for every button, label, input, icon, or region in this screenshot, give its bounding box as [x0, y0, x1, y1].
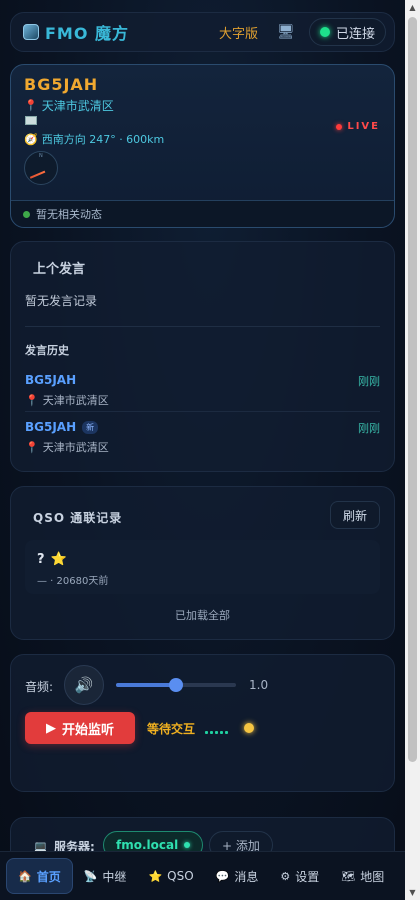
qso-card: QSO 通联记录 刷新 ? ⭐ — · 20680天前 已加载全部 [10, 486, 395, 640]
compass-north-mark: N [39, 153, 43, 159]
loaded-all-text: 已加载全部 [175, 609, 230, 622]
waveform-icon [205, 731, 228, 734]
nav-messages[interactable]: 💬 消息 [205, 858, 270, 894]
qso-record[interactable]: ? ⭐ — · 20680天前 [25, 540, 380, 594]
no-speech-text: 暂无发言记录 [25, 294, 98, 308]
speech-card: 上个发言 暂无发言记录 发言历史 BG5JAH 📍 天津市武清区 刚刚 BG5J… [10, 241, 395, 472]
nav-relay-label: 中继 [102, 869, 127, 884]
station-location: 📍 天津市武清区 [24, 97, 114, 114]
history-callsign: BG5JAH 新 [25, 420, 99, 434]
station-callsign: BG5JAH [24, 75, 99, 94]
audio-card: 音频: 🔊 1.0 ▶ 开始监听 等待交互 [10, 654, 395, 792]
station-activity: 暂无相关动态 [11, 200, 394, 227]
pin-icon: 📍 [24, 99, 38, 112]
nav-map[interactable]: 🗺 地图 [330, 858, 395, 894]
connection-dot-icon [320, 27, 330, 37]
nav-settings-label: 设置 [295, 869, 320, 884]
history-callsign-text: BG5JAH [25, 373, 77, 387]
qso-meta: — · 20680天前 [37, 576, 109, 587]
station-direction-text: 西南方向 247° · 600km [41, 133, 165, 146]
flag-icon [25, 116, 37, 125]
last-speech-title: 上个发言 [33, 262, 86, 277]
status-dot-icon [244, 723, 254, 733]
scroll-down-icon[interactable]: ▼ [405, 885, 420, 900]
current-station-card[interactable]: BG5JAH 📍 天津市武清区 🧭 西南方向 247° · 600km N LI… [10, 64, 395, 228]
nav-home-label: 首页 [36, 869, 61, 884]
new-badge: 新 [82, 420, 99, 434]
nav-relay[interactable]: 📡 中继 [73, 858, 138, 894]
nav-home[interactable]: 🏠 首页 [6, 858, 73, 894]
volume-label: 音频: [25, 680, 54, 694]
activity-dot-icon [23, 210, 30, 218]
station-location-text: 天津市武清区 [41, 99, 114, 113]
history-location: 📍 天津市武清区 [25, 392, 109, 408]
scrollbar-thumb[interactable] [408, 17, 417, 762]
scrollbar[interactable]: ▲ ▼ [405, 0, 420, 900]
nav-qso-label: QSO [167, 869, 194, 883]
station-direction: 🧭 西南方向 247° · 600km [24, 131, 164, 147]
compass-needle [29, 170, 46, 179]
bottom-nav: 🏠 首页 📡 中继 ⭐ QSO 💬 消息 ⚙ 设置 🗺 地图 [0, 851, 405, 900]
live-indicator: LIVE [336, 121, 380, 132]
nav-messages-label: 消息 [234, 869, 259, 884]
history-callsign: BG5JAH [25, 373, 76, 387]
big-font-toggle[interactable]: 大字版 [219, 23, 258, 42]
nav-qso[interactable]: ⭐ QSO [137, 858, 204, 894]
history-time: 刚刚 [358, 422, 380, 435]
star-icon[interactable]: ⭐ [51, 552, 67, 567]
nav-map-label: 地图 [360, 869, 385, 884]
satellite-icon: 📡 [83, 869, 98, 883]
top-header: FMO 魔方 大字版 🖥 已连接 [10, 12, 395, 52]
live-label: LIVE [347, 121, 380, 132]
history-location-text: 天津市武清区 [42, 394, 109, 407]
refresh-button[interactable]: 刷新 [329, 501, 380, 529]
map-icon: 🗺 [341, 869, 356, 883]
live-dot-icon [336, 123, 343, 130]
volume-slider-thumb[interactable] [169, 678, 183, 692]
connection-status[interactable]: 已连接 [309, 18, 387, 46]
app-title: FMO 魔方 [45, 24, 130, 43]
pin-icon: 📍 [25, 393, 39, 407]
server-name: fmo.local [116, 838, 179, 852]
nav-settings[interactable]: ⚙ 设置 [269, 858, 330, 894]
qso-callsign: ? ⭐ [37, 552, 67, 567]
start-listening-button[interactable]: ▶ 开始监听 [25, 712, 135, 744]
history-location: 📍 天津市武清区 [25, 439, 109, 455]
speech-history-title: 发言历史 [25, 344, 69, 357]
chat-icon: 💬 [215, 869, 230, 883]
server-status-dot-icon [184, 842, 191, 848]
pin-icon: 📍 [25, 440, 39, 454]
history-callsign-text: BG5JAH [25, 420, 77, 434]
gear-icon: ⚙ [280, 869, 291, 883]
history-location-text: 天津市武清区 [42, 441, 109, 454]
speech-history-item[interactable]: BG5JAH 📍 天津市武清区 刚刚 [25, 368, 380, 412]
activity-text: 暂无相关动态 [36, 208, 102, 221]
volume-slider-fill [116, 683, 176, 687]
history-time: 刚刚 [358, 375, 380, 388]
compass-small-icon: 🧭 [24, 132, 38, 146]
app-root: FMO 魔方 大字版 🖥 已连接 BG5JAH 📍 天津市武清区 🧭 西南方向 … [0, 0, 405, 900]
divider [25, 326, 380, 327]
cube-logo-icon [23, 24, 39, 40]
volume-slider[interactable] [116, 678, 236, 692]
speaker-icon[interactable]: 🔊 [64, 665, 104, 705]
waiting-status: 等待交互 [147, 722, 196, 736]
play-icon: ▶ [45, 720, 56, 736]
qso-title: QSO 通联记录 [33, 511, 123, 525]
monitor-icon[interactable]: 🖥 [277, 24, 295, 40]
qso-callsign-text: ? [37, 552, 45, 567]
star-icon: ⭐ [148, 869, 163, 883]
compass-icon: N [24, 151, 58, 185]
connection-status-label: 已连接 [336, 26, 376, 42]
start-listening-label: 开始监听 [61, 722, 114, 738]
volume-value: 1.0 [249, 678, 269, 692]
speech-history-item[interactable]: BG5JAH 新 📍 天津市武清区 刚刚 [25, 415, 380, 459]
scroll-up-icon[interactable]: ▲ [405, 0, 420, 15]
home-icon: 🏠 [18, 869, 32, 883]
